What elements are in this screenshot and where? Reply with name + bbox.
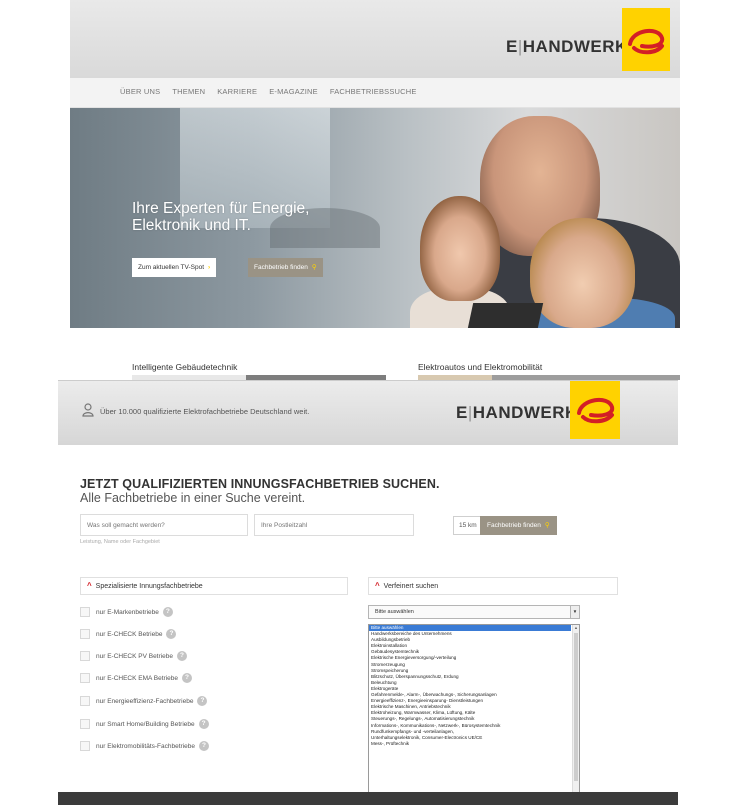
info-icon[interactable]: ?: [176, 651, 187, 661]
site-header: E|HANDWERK: [70, 0, 680, 78]
hero-title-line-1: Ihre Experten für Energie,: [132, 200, 310, 217]
specialized-companies-panel-title: Spezialisierte Innungsfachbetriebe: [95, 583, 203, 590]
logo-emblem-icon[interactable]: [570, 381, 620, 439]
chevron-right-icon: ›: [208, 264, 211, 271]
filter-e-mobility: nur Elektromobilitäts-Fachbetriebe ?: [80, 739, 209, 753]
search-page-screenshot: Über 10.000 qualifizierte Elektrofachbet…: [58, 380, 678, 805]
checkbox-smart-home[interactable]: [80, 719, 90, 729]
filter-smart-home: nur Smart Home/Building Betriebe ?: [80, 717, 209, 731]
checkbox-e-check-pv[interactable]: [80, 651, 90, 661]
filter-e-check: nur E-CHECK Betriebe ?: [80, 627, 177, 641]
checkbox-e-check[interactable]: [80, 629, 90, 639]
checkbox-label: nur Energieeffizienz-Fachbetriebe: [96, 697, 194, 705]
business-type-options-list[interactable]: Bitte auswählen Handwerksbereiche des Un…: [368, 624, 580, 800]
checkbox-label: nur E-CHECK EMA Betriebe: [96, 674, 179, 682]
footer-band: [58, 792, 678, 805]
find-company-button-label: Fachbetrieb finden: [254, 264, 308, 271]
scroll-up-icon[interactable]: ▲: [573, 625, 579, 631]
business-type-select-value: Bitte auswählen: [375, 609, 414, 615]
find-company-button[interactable]: Fachbetrieb finden ⚲: [248, 258, 323, 277]
specialized-companies-panel-header[interactable]: ^ Spezialisierte Innungsfachbetriebe: [80, 577, 348, 595]
checkbox-e-marken[interactable]: [80, 607, 90, 617]
logo-word: HANDWERK: [472, 403, 578, 422]
scrollbar-thumb[interactable]: [574, 633, 578, 781]
logo-emblem-icon[interactable]: [622, 8, 670, 71]
info-icon[interactable]: ?: [198, 719, 209, 729]
checkbox-label: nur E-CHECK Betriebe: [96, 630, 163, 638]
checkbox-energy-efficiency[interactable]: [80, 696, 90, 706]
info-icon[interactable]: ?: [166, 629, 177, 639]
magnifier-icon: ⚲: [311, 264, 317, 271]
logo-word: HANDWERK: [522, 37, 628, 56]
dropdown-arrow-icon: ▼: [570, 606, 579, 618]
homepage-screenshot: E|HANDWERK ÜBER UNS THEMEN KARRIERE E-MA…: [70, 0, 680, 380]
logo-wordmark[interactable]: E|HANDWERK: [506, 37, 628, 57]
hero-title: Ihre Experten für Energie, Elektronik un…: [132, 200, 332, 234]
teaser-title-e-mobility[interactable]: Elektroautos und Elektromobilität: [418, 362, 542, 372]
postal-code-input[interactable]: [254, 514, 414, 536]
checkbox-label: nur E-Markenbetriebe: [96, 608, 159, 616]
refine-search-panel-title: Verfeinert suchen: [383, 583, 439, 590]
option-item[interactable]: Mess-, Prüftechnik: [369, 741, 571, 747]
user-icon: [82, 403, 94, 417]
chevron-up-icon: ^: [87, 581, 92, 590]
hero-photo-boy-face: [530, 218, 635, 328]
logo-wordmark[interactable]: E|HANDWERK: [456, 403, 578, 423]
filter-e-check-ema: nur E-CHECK EMA Betriebe ?: [80, 671, 193, 685]
tv-spot-button[interactable]: Zum aktuellen TV-Spot ›: [132, 258, 217, 277]
search-subheading: Alle Fachbetriebe in einer Suche vereint…: [80, 491, 306, 505]
hero-photo-tablet: [466, 303, 544, 328]
info-icon[interactable]: ?: [162, 607, 173, 617]
info-icon[interactable]: ?: [199, 741, 209, 751]
find-company-button[interactable]: Fachbetrieb finden ⚲: [480, 516, 557, 535]
hero-banner: Ihre Experten für Energie, Elektronik un…: [70, 108, 680, 328]
options-scrollbar[interactable]: ▲ ▼: [572, 625, 579, 799]
nav-item-fachbetriebssuche[interactable]: FACHBETRIEBSSUCHE: [330, 78, 417, 106]
radius-value: 15 km: [459, 522, 477, 529]
logo-letter-e: E: [456, 403, 468, 422]
main-navigation: ÜBER UNS THEMEN KARRIERE E-MAGAZINE FACH…: [70, 78, 680, 108]
refine-search-panel-header[interactable]: ^ Verfeinert suchen: [368, 577, 618, 595]
logo-swirl-icon: [628, 28, 665, 55]
checkbox-label: nur E-CHECK PV Betriebe: [96, 652, 173, 660]
filter-e-marken: nur E-Markenbetriebe ?: [80, 605, 173, 619]
nav-item-themen[interactable]: THEMEN: [172, 78, 205, 106]
logo-letter-e: E: [506, 37, 518, 56]
nav-item-karriere[interactable]: KARRIERE: [217, 78, 257, 106]
nav-item-e-magazine[interactable]: E-MAGAZINE: [269, 78, 318, 106]
company-count-text: Über 10.000 qualifizierte Elektrofachbet…: [100, 407, 310, 416]
checkbox-label: nur Elektromobilitäts-Fachbetriebe: [96, 742, 195, 750]
filter-energy-efficiency: nur Energieeffizienz-Fachbetriebe ?: [80, 694, 208, 708]
teaser-title-smart-building[interactable]: Intelligente Gebäudetechnik: [132, 362, 237, 372]
hero-photo-girl-face: [420, 196, 500, 301]
checkbox-e-check-ema[interactable]: [80, 673, 90, 683]
find-company-button-label: Fachbetrieb finden: [487, 522, 541, 529]
business-type-select[interactable]: Bitte auswählen ▼: [368, 605, 580, 619]
info-icon[interactable]: ?: [197, 696, 208, 706]
chevron-up-icon: ^: [375, 581, 380, 590]
tv-spot-button-label: Zum aktuellen TV-Spot: [138, 264, 204, 271]
info-icon[interactable]: ?: [182, 673, 193, 683]
hero-title-line-2: Elektronik und IT.: [132, 217, 251, 234]
filter-e-check-pv: nur E-CHECK PV Betriebe ?: [80, 649, 187, 663]
service-search-input[interactable]: [80, 514, 248, 536]
logo-swirl-icon: [577, 397, 615, 424]
checkbox-label: nur Smart Home/Building Betriebe: [96, 720, 195, 728]
search-header: Über 10.000 qualifizierte Elektrofachbet…: [58, 381, 678, 445]
magnifier-icon: ⚲: [544, 522, 550, 529]
search-input-hint: Leistung, Name oder Fachgebiet: [80, 539, 160, 545]
nav-item-ueber-uns[interactable]: ÜBER UNS: [120, 78, 160, 106]
search-heading: JETZT QUALIFIZIERTEN INNUNGSFACHBETRIEB …: [80, 477, 440, 491]
checkbox-e-mobility[interactable]: [80, 741, 90, 751]
